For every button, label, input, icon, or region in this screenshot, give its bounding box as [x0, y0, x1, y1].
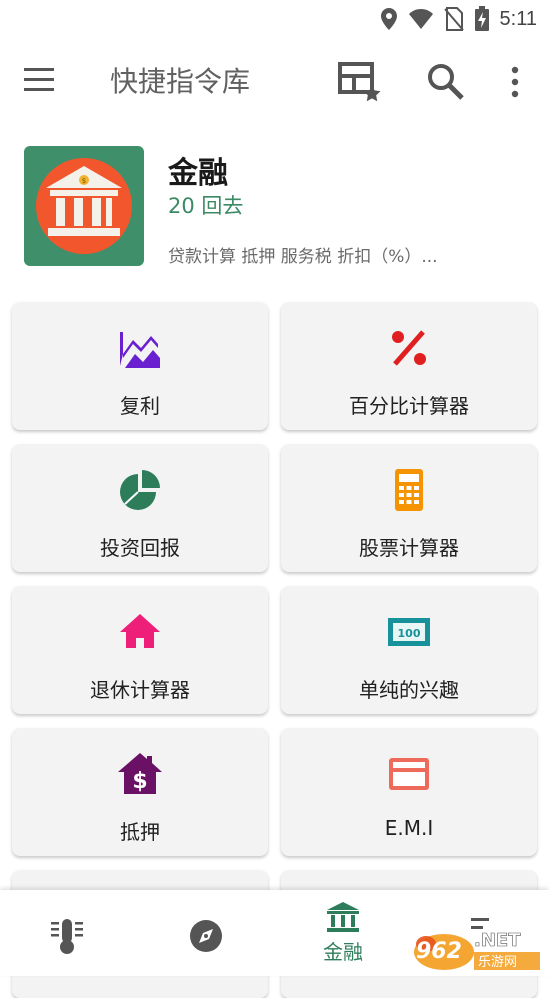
- menu-button[interactable]: [20, 62, 60, 98]
- category-title: 金融: [168, 156, 228, 191]
- no-sim-icon: [443, 7, 464, 31]
- watermark-suffix: .NET: [474, 930, 521, 951]
- site-watermark: 962 .NET 乐游网: [412, 924, 544, 972]
- home-icon: [120, 614, 160, 648]
- location-icon: [380, 8, 397, 30]
- tile-simple-interest[interactable]: 100 单纯的兴趣: [281, 586, 537, 714]
- finance-logo: $: [24, 146, 144, 266]
- tile-label: 退休计算器: [90, 678, 190, 702]
- tile-label: 股票计算器: [359, 536, 459, 560]
- credit-card-icon: [389, 758, 429, 790]
- tile-percentage-calculator[interactable]: 百分比计算器: [281, 302, 537, 430]
- nav-label-finance: 金融: [323, 940, 363, 964]
- watermark-subtext: 乐游网: [478, 955, 517, 970]
- tile-label: 抵押: [120, 820, 160, 844]
- pie-chart-icon: [120, 470, 160, 510]
- nav-item-finance[interactable]: 金融: [303, 890, 383, 976]
- compass-icon: [190, 920, 222, 952]
- tile-label: 百分比计算器: [349, 394, 469, 418]
- tile-investment-return[interactable]: 投资回报: [12, 444, 268, 572]
- tile-stock-calculator[interactable]: 股票计算器: [281, 444, 537, 572]
- status-time: 5:11: [499, 7, 537, 30]
- tile-emi[interactable]: E.M.I: [281, 728, 537, 856]
- tile-retirement-calculator[interactable]: 退休计算器: [12, 586, 268, 714]
- category-description: 贷款计算 抵押 服务税 折扣（%）...: [168, 247, 438, 267]
- nav-item-measurement[interactable]: [28, 890, 108, 976]
- grid-star-icon: [338, 62, 381, 102]
- banknote-icon: 100: [388, 618, 430, 646]
- bank-building-icon: $: [36, 158, 132, 254]
- nav-item-explore[interactable]: [166, 890, 246, 976]
- percent-icon: [392, 330, 426, 366]
- search-icon: [428, 64, 464, 100]
- category-count: 20 回去: [168, 194, 244, 218]
- battery-charging-icon: [474, 6, 489, 31]
- app-bar: 快捷指令库: [0, 40, 549, 120]
- search-button[interactable]: [424, 60, 466, 102]
- status-bar: 5:11: [0, 0, 549, 40]
- tile-label: 单纯的兴趣: [359, 678, 459, 702]
- bank-icon: [327, 902, 359, 932]
- svg-text:$: $: [82, 177, 86, 185]
- tile-label: E.M.I: [384, 816, 434, 840]
- more-vert-icon: [511, 66, 519, 98]
- svg-text:100: 100: [398, 627, 421, 640]
- wifi-icon: [408, 9, 433, 29]
- tile-label: 复利: [120, 394, 160, 418]
- favorites-button[interactable]: [336, 58, 382, 104]
- tile-mortgage[interactable]: $ 抵押: [12, 728, 268, 856]
- page-title: 快捷指令库: [110, 65, 251, 98]
- calculator-icon: [395, 469, 423, 511]
- house-dollar-icon: $: [118, 753, 162, 794]
- hamburger-icon: [24, 68, 54, 91]
- watermark-number: 962: [416, 939, 462, 964]
- tile-label: 投资回报: [100, 536, 180, 560]
- thermometer-icon: [51, 919, 83, 954]
- category-header: $ 金融 20 回去 贷款计算 抵押 服务税 折扣（%）...: [0, 142, 549, 282]
- tile-compound-interest[interactable]: 复利: [12, 302, 268, 430]
- watermark-logo: 962 .NET 乐游网: [414, 930, 540, 970]
- svg-text:$: $: [132, 769, 147, 794]
- more-options-button[interactable]: [500, 62, 530, 102]
- trending-chart-icon: [120, 332, 160, 368]
